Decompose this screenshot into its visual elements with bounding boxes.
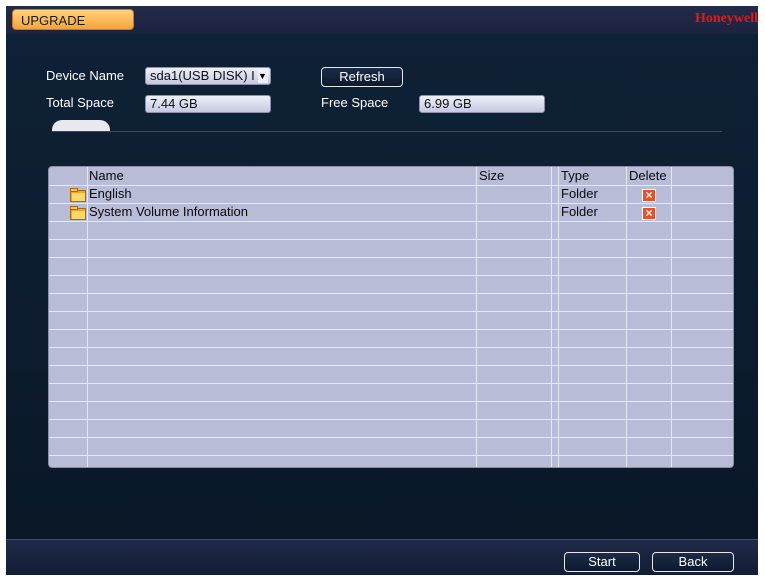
device-name-value: sda1(USB DISK) I — [150, 68, 255, 83]
content-area: Device Name sda1(USB DISK) I ▼ Refresh T… — [6, 34, 758, 539]
upgrade-window: UPGRADE Honeywell Device Name sda1(USB D… — [6, 6, 758, 575]
row-type: Folder — [561, 186, 598, 201]
header-type[interactable]: Type — [561, 168, 589, 183]
row-divider — [49, 347, 733, 348]
back-button[interactable]: Back — [652, 552, 734, 572]
folder-icon — [70, 206, 86, 220]
start-button[interactable]: Start — [564, 552, 640, 572]
row-name: English — [89, 186, 132, 201]
header-size[interactable]: Size — [479, 168, 504, 183]
column-divider — [671, 167, 672, 467]
row-divider — [49, 329, 733, 330]
row-divider — [49, 365, 733, 366]
row-divider — [49, 185, 733, 186]
row-divider — [49, 383, 733, 384]
file-table: Name Size Type Delete English Folder × S… — [48, 166, 734, 468]
refresh-button[interactable]: Refresh — [321, 67, 403, 87]
folder-icon — [70, 188, 86, 202]
title-bar: UPGRADE Honeywell — [6, 6, 758, 34]
free-space-field: 6.99 GB — [419, 95, 545, 113]
row-divider — [49, 455, 733, 456]
tab-divider — [52, 131, 722, 132]
column-divider — [476, 167, 477, 467]
delete-icon[interactable]: × — [642, 189, 656, 202]
column-divider — [551, 167, 552, 467]
device-name-label: Device Name — [46, 68, 125, 83]
row-divider — [49, 239, 733, 240]
header-delete[interactable]: Delete — [629, 168, 667, 183]
row-divider — [49, 275, 733, 276]
header-name[interactable]: Name — [89, 168, 124, 183]
row-type: Folder — [561, 204, 598, 219]
delete-icon[interactable]: × — [642, 207, 656, 220]
column-divider — [558, 167, 559, 467]
total-space-label: Total Space — [46, 95, 114, 110]
bottom-bar: Start Back — [6, 539, 758, 575]
device-name-select[interactable]: sda1(USB DISK) I ▼ — [145, 67, 271, 85]
row-divider — [49, 401, 733, 402]
total-space-field: 7.44 GB — [145, 95, 271, 113]
column-divider — [87, 167, 88, 467]
row-divider — [49, 221, 733, 222]
row-name: System Volume Information — [89, 204, 248, 219]
row-divider — [49, 257, 733, 258]
row-divider — [49, 293, 733, 294]
row-divider — [49, 419, 733, 420]
column-divider — [626, 167, 627, 467]
row-divider — [49, 311, 733, 312]
free-space-label: Free Space — [321, 95, 389, 110]
window-title: UPGRADE — [12, 9, 134, 30]
row-divider — [49, 437, 733, 438]
brand-logo: Honeywell — [695, 11, 758, 26]
chevron-down-icon: ▼ — [258, 69, 268, 83]
